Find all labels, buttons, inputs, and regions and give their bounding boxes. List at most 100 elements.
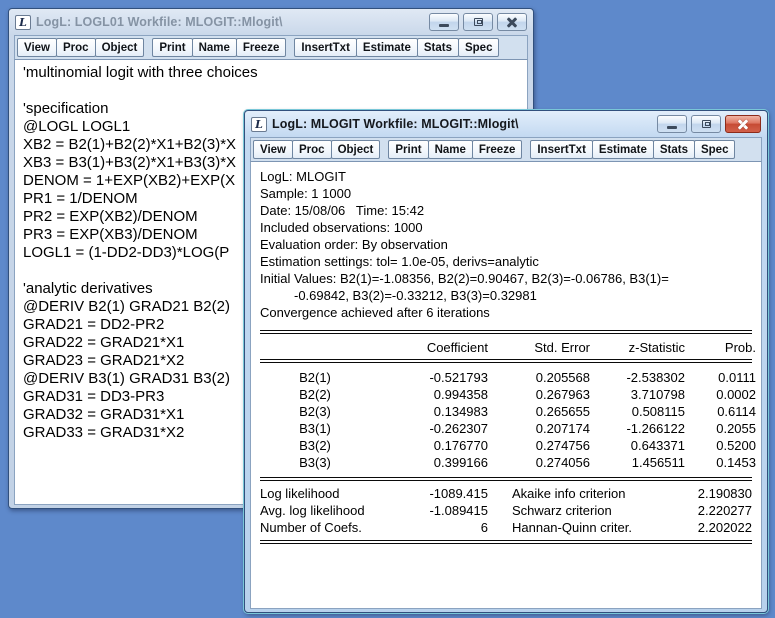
toolbar-button-stats[interactable]: Stats <box>653 140 695 159</box>
toolbar-button-object[interactable]: Object <box>331 140 381 159</box>
std-error: 0.274756 <box>488 437 590 454</box>
close-button[interactable] <box>725 115 761 133</box>
prob-value: 0.2055 <box>685 420 756 437</box>
coef-name: B3(2) <box>260 437 370 454</box>
close-button[interactable] <box>497 13 527 31</box>
logl-icon-glyph: L <box>255 119 263 130</box>
toolbar-button-inserttxt[interactable]: InsertTxt <box>530 140 593 159</box>
toolbar-group-view: View Proc Object <box>253 140 379 159</box>
z-statistic: -2.538302 <box>590 369 685 386</box>
toolbar-group-view: View Proc Object <box>17 38 143 57</box>
coef-name: B2(3) <box>260 403 370 420</box>
prob-value: 0.5200 <box>685 437 756 454</box>
toolbar-button-estimate[interactable]: Estimate <box>592 140 654 159</box>
toolbar-group-print: Print Name Freeze <box>152 38 285 57</box>
toolbar-button-proc[interactable]: Proc <box>56 38 96 57</box>
table-row: B2(1) -0.521793 0.205568 -2.538302 0.011… <box>260 369 752 386</box>
output-line: Estimation settings: tol= 1.0e-05, deriv… <box>260 253 752 270</box>
stat-value: -1089.415 <box>429 485 488 502</box>
minimize-button[interactable] <box>429 13 459 31</box>
prob-value: 0.6114 <box>685 403 756 420</box>
window-controls <box>657 115 761 133</box>
estimation-header: LogL: MLOGIT Sample: 1 1000 Date: 15/08/… <box>260 168 752 321</box>
summary-row: Log likelihood -1089.415 Akaike info cri… <box>260 485 752 502</box>
stat-value: 2.190830 <box>698 485 752 502</box>
toolbar-button-print[interactable]: Print <box>388 140 428 159</box>
table-row: B2(3) 0.134983 0.265655 0.508115 0.6114 <box>260 403 752 420</box>
toolbar-button-stats[interactable]: Stats <box>417 38 459 57</box>
minimize-button[interactable] <box>657 115 687 133</box>
toolbar-group-print: Print Name Freeze <box>388 140 521 159</box>
coef-name: B2(1) <box>260 369 370 386</box>
std-error: 0.205568 <box>488 369 590 386</box>
z-statistic: 0.508115 <box>590 403 685 420</box>
std-error: 0.274056 <box>488 454 590 471</box>
table-row: B3(2) 0.176770 0.274756 0.643371 0.5200 <box>260 437 752 454</box>
toolbar-button-object[interactable]: Object <box>95 38 145 57</box>
minimize-icon <box>667 126 677 129</box>
output-line: Initial Values: B2(1)=-1.08356, B2(2)=0.… <box>260 270 752 287</box>
column-header-blank <box>260 339 370 356</box>
z-statistic: -1.266122 <box>590 420 685 437</box>
table-rule <box>260 540 752 544</box>
restore-icon <box>702 120 711 128</box>
toolbar-button-spec[interactable]: Spec <box>694 140 736 159</box>
std-error: 0.267963 <box>488 386 590 403</box>
titlebar-logl01[interactable]: L LogL: LOGL01 Workfile: MLOGIT::Mlogit\ <box>14 9 528 35</box>
z-statistic: 1.456511 <box>590 454 685 471</box>
prob-value: 0.0002 <box>685 386 756 403</box>
std-error: 0.207174 <box>488 420 590 437</box>
toolbar-button-estimate[interactable]: Estimate <box>356 38 418 57</box>
coef-value: -0.262307 <box>370 420 488 437</box>
stat-label: Hannan-Quinn criter. <box>512 519 632 536</box>
stat-value: 2.220277 <box>698 502 752 519</box>
toolbar-button-view[interactable]: View <box>17 38 57 57</box>
z-statistic: 0.643371 <box>590 437 685 454</box>
table-rule <box>260 330 752 334</box>
output-line: Sample: 1 1000 <box>260 185 752 202</box>
stat-label: Number of Coefs. <box>260 519 362 536</box>
table-row: B3(1) -0.262307 0.207174 -1.266122 0.205… <box>260 420 752 437</box>
coef-value: 0.134983 <box>370 403 488 420</box>
toolbar-button-spec[interactable]: Spec <box>458 38 500 57</box>
stat-value: 6 <box>481 519 488 536</box>
coef-name: B3(1) <box>260 420 370 437</box>
logl-object-icon: L <box>15 15 31 30</box>
output-line: -0.69842, B3(2)=-0.33212, B3(3)=0.32981 <box>260 287 752 304</box>
table-row: B2(2) 0.994358 0.267963 3.710798 0.0002 <box>260 386 752 403</box>
window-mlogit[interactable]: L LogL: MLOGIT Workfile: MLOGIT::Mlogit\… <box>244 110 768 613</box>
toolbar-group-actions: InsertTxt Estimate Stats Spec <box>294 38 498 57</box>
column-header-stderror: Std. Error <box>488 339 590 356</box>
z-statistic: 3.710798 <box>590 386 685 403</box>
stat-value: -1.089415 <box>429 502 488 519</box>
column-header-coefficient: Coefficient <box>370 339 488 356</box>
window-controls <box>429 13 527 31</box>
toolbar-button-freeze[interactable]: Freeze <box>472 140 522 159</box>
logl-icon-glyph: L <box>19 17 27 28</box>
coef-value: -0.521793 <box>370 369 488 386</box>
toolbar-button-print[interactable]: Print <box>152 38 192 57</box>
output-line: Included observations: 1000 <box>260 219 752 236</box>
minimize-icon <box>439 24 449 27</box>
toolbar-button-freeze[interactable]: Freeze <box>236 38 286 57</box>
coef-table-header: Coefficient Std. Error z-Statistic Prob. <box>260 339 752 356</box>
coef-value: 0.994358 <box>370 386 488 403</box>
restore-button[interactable] <box>691 115 721 133</box>
toolbar-button-name[interactable]: Name <box>428 140 473 159</box>
std-error: 0.265655 <box>488 403 590 420</box>
stat-label: Log likelihood <box>260 485 340 502</box>
toolbar-button-inserttxt[interactable]: InsertTxt <box>294 38 357 57</box>
close-icon <box>506 16 518 28</box>
logl-object-icon: L <box>251 117 267 132</box>
window-title-logl01: LogL: LOGL01 Workfile: MLOGIT::Mlogit\ <box>36 15 424 29</box>
code-line <box>23 82 519 100</box>
toolbar-button-proc[interactable]: Proc <box>292 140 332 159</box>
column-header-prob: Prob. <box>685 339 756 356</box>
coef-value: 0.399166 <box>370 454 488 471</box>
output-line: Evaluation order: By observation <box>260 236 752 253</box>
titlebar-mlogit[interactable]: L LogL: MLOGIT Workfile: MLOGIT::Mlogit\ <box>250 111 762 137</box>
toolbar-button-view[interactable]: View <box>253 140 293 159</box>
toolbar-button-name[interactable]: Name <box>192 38 237 57</box>
stat-label: Avg. log likelihood <box>260 502 365 519</box>
restore-button[interactable] <box>463 13 493 31</box>
